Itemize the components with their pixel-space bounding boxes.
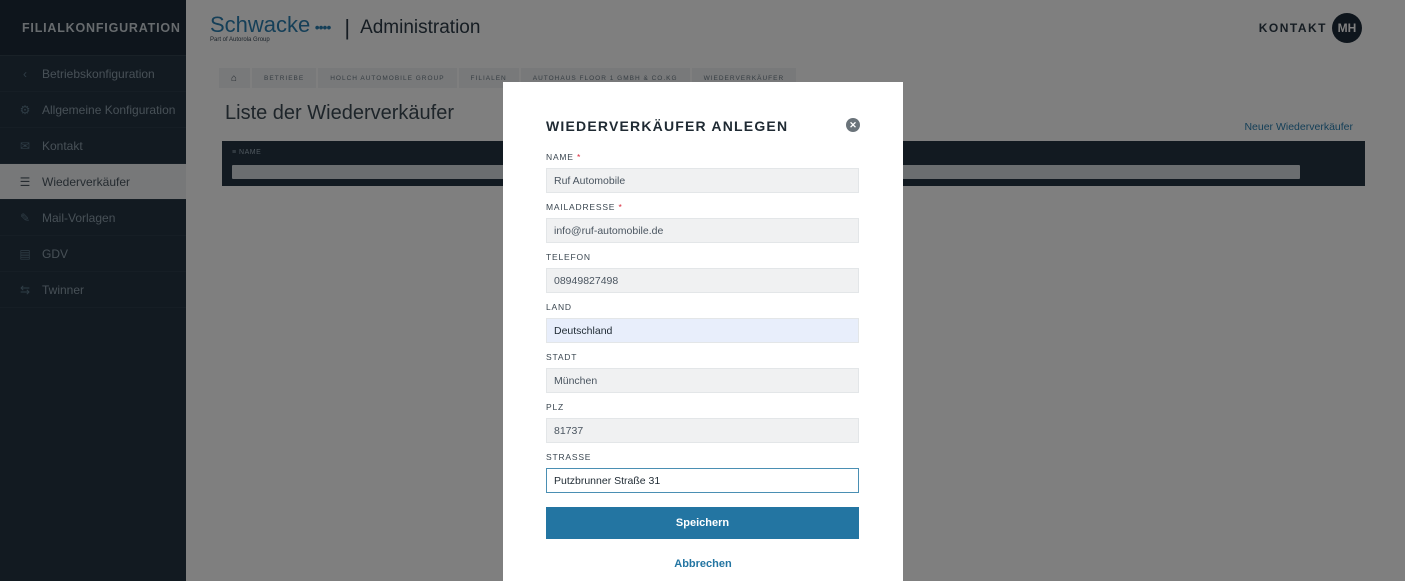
cancel-button[interactable]: Abbrechen: [503, 558, 903, 570]
name-field[interactable]: Ruf Automobile: [546, 168, 859, 193]
phone-label: TELEFON: [546, 252, 591, 262]
city-field[interactable]: München: [546, 368, 859, 393]
street-label: STRASSE: [546, 452, 592, 462]
street-field[interactable]: Putzbrunner Straße 31: [546, 468, 859, 493]
required-mark: *: [618, 202, 623, 212]
phone-field[interactable]: 08949827498: [546, 268, 859, 293]
email-label: MAILADRESSE *: [546, 202, 623, 212]
zip-label: PLZ: [546, 402, 564, 412]
country-select[interactable]: Deutschland: [546, 318, 859, 343]
required-mark: *: [576, 152, 582, 162]
country-label: LAND: [546, 302, 572, 312]
email-field[interactable]: info@ruf-automobile.de: [546, 218, 859, 243]
save-button[interactable]: Speichern: [546, 507, 859, 539]
dialog-title: WIEDERVERKÄUFER ANLEGEN: [546, 118, 789, 134]
city-label: STADT: [546, 352, 578, 362]
zip-field[interactable]: 81737: [546, 418, 859, 443]
close-icon[interactable]: ✕: [846, 118, 860, 132]
name-label: NAME *: [546, 152, 582, 162]
create-reseller-dialog: WIEDERVERKÄUFER ANLEGEN ✕ NAME * Ruf Aut…: [503, 82, 903, 581]
